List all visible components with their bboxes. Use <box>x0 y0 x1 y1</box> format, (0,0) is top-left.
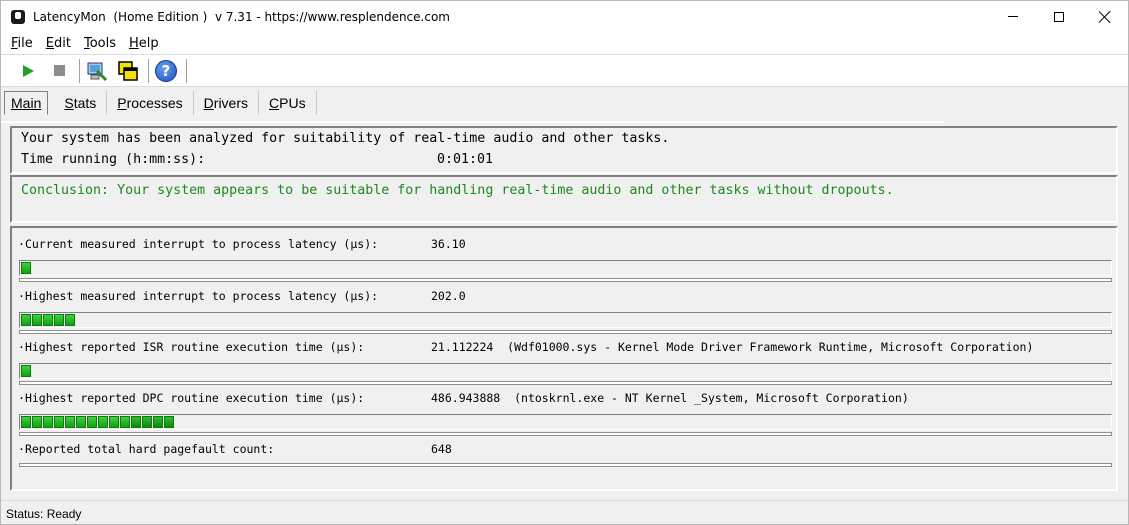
app-icon <box>11 9 25 24</box>
metric-value: 36.10 <box>431 237 466 251</box>
metric-detail: (Wdf01000.sys - Kernel Mode Driver Frame… <box>507 340 1034 354</box>
bar-segment <box>21 365 31 377</box>
bar-segment <box>76 416 86 428</box>
windows-icon <box>118 60 138 81</box>
bar-segment <box>87 416 97 428</box>
bar-fill <box>21 314 76 326</box>
app-window: LatencyMon (Home Edition ) v 7.31 - http… <box>0 0 1129 525</box>
bar-segment <box>43 416 53 428</box>
minimize-icon <box>1008 16 1018 17</box>
bar-segment <box>32 416 42 428</box>
bar-segment <box>43 314 53 326</box>
help-icon: ? <box>155 59 177 82</box>
bar-segment <box>142 416 152 428</box>
bar-segment <box>21 262 31 274</box>
bar-segment <box>153 416 163 428</box>
bar-segment <box>54 416 64 428</box>
play-icon <box>22 64 34 77</box>
bar-segment <box>109 416 119 428</box>
bar-segment <box>54 314 64 326</box>
bar-fill <box>21 365 32 377</box>
tab-cpus[interactable]: C PUs <box>259 91 317 115</box>
title-bar: LatencyMon (Home Edition ) v 7.31 - http… <box>1 1 1128 32</box>
toolbar-separator <box>79 58 80 83</box>
menu-bar: File Edit Tools Help <box>1 32 1128 54</box>
menu-help[interactable]: Help <box>126 36 162 51</box>
bar-segment <box>21 416 31 428</box>
status-bar: Status: Ready <box>1 500 1128 524</box>
stop-icon <box>53 65 65 76</box>
conclusion-text: Conclusion: Your system appears to be su… <box>21 183 894 198</box>
bar-segment <box>65 314 75 326</box>
minimize-button[interactable] <box>990 1 1036 32</box>
close-button[interactable] <box>1082 1 1128 32</box>
bar-fill <box>21 262 32 274</box>
toolbar-separator <box>186 58 187 83</box>
bar-segment <box>131 416 141 428</box>
cleanup-icon <box>87 62 108 81</box>
toolbar-separator <box>148 58 149 83</box>
metric-value: 21.112224 (Wdf01000.sys - Kernel Mode Dr… <box>431 340 1034 354</box>
maximize-icon <box>1054 11 1064 22</box>
tab-underline <box>1 121 943 123</box>
menu-file[interactable]: File <box>8 36 36 51</box>
metric-label: ·Highest reported DPC routine execution … <box>18 391 365 405</box>
conclusion-panel: Conclusion: Your system appears to be su… <box>10 175 1118 223</box>
metric-label: ·Reported total hard pagefault count: <box>18 442 275 456</box>
window-controls <box>990 1 1128 32</box>
latency-bar <box>19 414 1112 430</box>
stop-button[interactable] <box>46 58 72 84</box>
bar-underline <box>19 432 1112 436</box>
status-text: Status: Ready <box>6 507 82 521</box>
metrics-panel: ·Current measured interrupt to process l… <box>10 226 1118 491</box>
help-button[interactable]: ? <box>153 58 179 84</box>
latency-bar <box>19 363 1112 379</box>
summary-text: Your system has been analyzed for suitab… <box>21 131 670 146</box>
window-title: LatencyMon (Home Edition ) v 7.31 - http… <box>33 9 450 24</box>
bar-underline <box>19 381 1112 385</box>
maximize-button[interactable] <box>1036 1 1082 32</box>
time-running-value: 0:01:01 <box>437 152 494 167</box>
menu-edit[interactable]: Edit <box>43 36 74 51</box>
cleanup-button[interactable] <box>84 58 110 84</box>
bar-segment <box>21 314 31 326</box>
metric-label: ·Highest measured interrupt to process l… <box>18 289 379 303</box>
close-icon <box>1099 11 1111 23</box>
bar-segment <box>65 416 75 428</box>
metric-value: 486.943888 (ntoskrnl.exe - NT Kernel _Sy… <box>431 391 909 405</box>
tab-processes[interactable]: Processes <box>107 91 194 115</box>
metric-detail: (ntoskrnl.exe - NT Kernel _System, Micro… <box>514 391 909 405</box>
windows-button[interactable] <box>115 58 141 84</box>
metric-value: 648 <box>431 442 452 456</box>
latency-bar <box>19 312 1112 328</box>
metric-label: ·Current measured interrupt to process l… <box>18 237 379 251</box>
metric-value: 202.0 <box>431 289 466 303</box>
summary-panel: Your system has been analyzed for suitab… <box>10 126 1118 174</box>
toolbar: ? <box>1 54 1128 87</box>
menu-tools[interactable]: Tools <box>81 36 119 51</box>
start-button[interactable] <box>15 58 41 84</box>
latency-bar <box>19 260 1112 276</box>
bar-segment <box>98 416 108 428</box>
bar-fill <box>21 416 175 428</box>
bar-segment <box>120 416 130 428</box>
time-running-label: Time running (h:mm:ss): <box>21 152 206 167</box>
tab-stats[interactable]: Stats <box>54 91 108 115</box>
tab-strip: Main Stats Processes Drivers C PUs <box>4 90 317 116</box>
bar-underline <box>19 278 1112 282</box>
bar-segment <box>164 416 174 428</box>
bar-underline <box>19 330 1112 334</box>
metric-label: ·Highest reported ISR routine execution … <box>18 340 365 354</box>
bar-segment <box>32 314 42 326</box>
tab-drivers[interactable]: Drivers <box>194 91 260 115</box>
tab-main[interactable]: Main <box>4 91 49 115</box>
bar-underline <box>19 463 1112 467</box>
